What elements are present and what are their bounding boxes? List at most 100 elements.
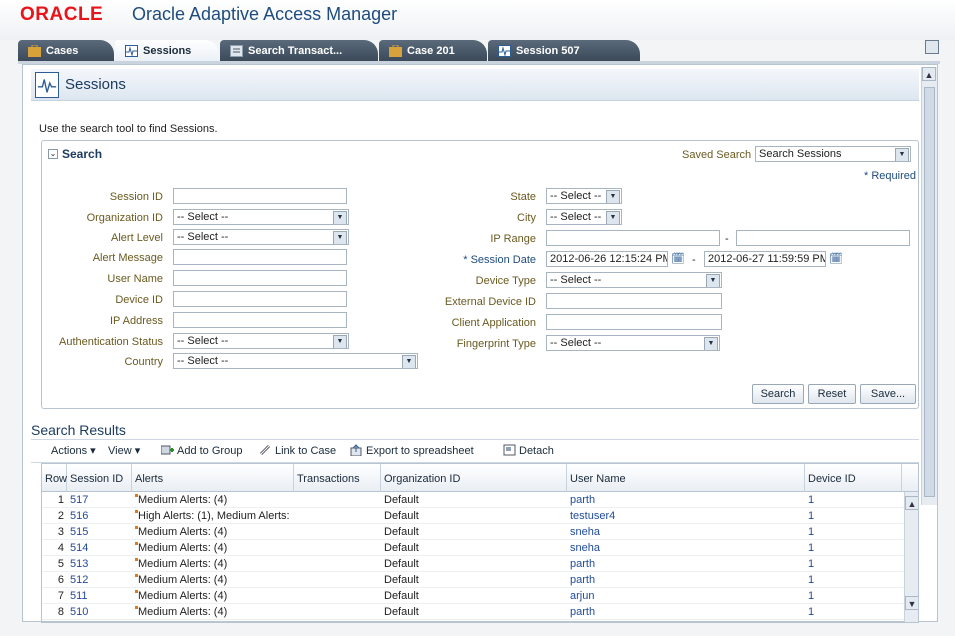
save-button[interactable]: Save... (860, 384, 916, 404)
cell-text: Medium Alerts: (4) (138, 526, 228, 538)
column-header-organization-id[interactable]: Organization ID (381, 464, 567, 492)
detach-button[interactable]: Detach (503, 444, 554, 457)
table-cell-device[interactable]: 1 (808, 556, 901, 572)
tab-search-transactions[interactable]: Search Transact... (220, 40, 378, 62)
app-header: ORACLE Oracle Adaptive Access Manager (0, 0, 955, 40)
search-button[interactable]: Search (752, 384, 804, 404)
tab-case-201[interactable]: Case 201 (379, 40, 487, 62)
column-header-transactions[interactable]: Transactions (294, 464, 381, 492)
sessions-icon (125, 45, 138, 57)
table-cell-device[interactable]: 1 (808, 524, 901, 540)
state-select[interactable]: -- Select -- (546, 188, 622, 204)
table-cell-session-id[interactable]: 517 (70, 492, 131, 508)
table-cell-session-id[interactable]: 516 (70, 508, 131, 524)
table-row[interactable]: 5 513 Medium Alerts: (4) Default parth 1 (42, 556, 904, 572)
cell-text: Medium Alerts: (4) (138, 494, 228, 506)
session-date-from-input[interactable]: 2012-06-26 12:15:24 PM (546, 251, 668, 267)
external-device-id-input[interactable] (546, 293, 722, 309)
authentication-status-select[interactable]: -- Select -- (173, 333, 349, 349)
link-to-case-label: Link to Case (275, 445, 337, 457)
table-cell-user[interactable]: parth (570, 572, 804, 588)
city-select[interactable]: -- Select -- (546, 209, 622, 225)
table-row[interactable]: 2 516 High Alerts: (1), Medium Alerts: Defa… (42, 508, 904, 524)
add-to-group-button[interactable]: Add to Group (161, 444, 242, 457)
collapse-icon[interactable]: ⌄ (48, 149, 58, 159)
link-to-case-button[interactable]: Link to Case (259, 444, 336, 457)
table-row[interactable]: 3 515 Medium Alerts: (4) Default sneha 1 (42, 524, 904, 540)
table-row[interactable]: 8 510 Medium Alerts: (4) Default parth 1 (42, 604, 904, 620)
table-cell-session-id[interactable]: 513 (70, 556, 131, 572)
organization-id-select[interactable]: -- Select -- (173, 209, 349, 225)
cell-text: 513 (70, 558, 89, 570)
table-cell-alerts: Medium Alerts: (4) (135, 524, 293, 540)
table-cell-session-id[interactable]: 511 (70, 588, 131, 604)
session-date-to-input[interactable]: 2012-06-27 11:59:59 PM (704, 251, 826, 267)
session-id-input[interactable] (173, 188, 347, 204)
tab-cases[interactable]: Cases (18, 40, 114, 62)
scroll-up-icon[interactable]: ▲ (922, 67, 936, 81)
table-cell-device[interactable]: 1 (808, 588, 901, 604)
export-button[interactable]: Export to spreadsheet (350, 444, 474, 457)
tab-session-507[interactable]: Session 507 (488, 40, 640, 62)
page-scrollbar[interactable]: ▲ (921, 67, 937, 505)
table-cell-user[interactable]: parth (570, 492, 804, 508)
column-header-device-id[interactable]: Device ID (805, 464, 902, 492)
table-row[interactable]: 6 512 Medium Alerts: (4) Default parth 1 (42, 572, 904, 588)
table-cell-session-id[interactable]: 515 (70, 524, 131, 540)
fingerprint-type-select[interactable]: -- Select -- (546, 335, 720, 351)
cell-text: parth (570, 574, 596, 586)
results-table: Row Session ID Alerts Transactions Organ… (41, 463, 919, 623)
table-cell-session-id[interactable]: 510 (70, 604, 131, 620)
state-label: State (510, 191, 536, 203)
saved-search-select[interactable]: Search Sessions (755, 146, 911, 162)
actions-menu[interactable]: Actions ▾ (51, 444, 96, 457)
device-id-input[interactable] (173, 291, 347, 307)
user-name-input[interactable] (173, 270, 347, 286)
table-cell-session-id[interactable]: 512 (70, 572, 131, 588)
column-header-alerts[interactable]: Alerts (132, 464, 294, 492)
ip-range-to-input[interactable] (736, 230, 910, 246)
device-type-select[interactable]: -- Select -- (546, 272, 722, 288)
table-cell-session-id[interactable]: 514 (70, 540, 131, 556)
ip-range-from-input[interactable] (546, 230, 720, 246)
column-header-user-name[interactable]: User Name (567, 464, 805, 492)
briefcase-icon (389, 45, 402, 57)
cell-text: sneha (570, 526, 600, 538)
calendar-icon[interactable]: 🗓 (829, 252, 843, 266)
table-cell-device[interactable]: 1 (808, 572, 901, 588)
alert-level-select[interactable]: -- Select -- (173, 229, 349, 245)
view-menu[interactable]: View ▾ (108, 444, 140, 457)
table-row[interactable]: 4 514 Medium Alerts: (4) Default sneha 1 (42, 540, 904, 556)
table-cell-user[interactable]: parth (570, 556, 804, 572)
column-header-row[interactable]: Row (42, 464, 67, 492)
tab-sessions[interactable]: Sessions (115, 40, 219, 62)
table-cell-device[interactable]: 1 (808, 508, 901, 524)
table-cell-device[interactable]: 1 (808, 492, 901, 508)
table-cell-user[interactable]: testuser4 (570, 508, 804, 524)
table-scrollbar[interactable]: ▲ ▼ (904, 492, 918, 622)
scroll-down-icon[interactable]: ▼ (905, 596, 918, 610)
reset-button[interactable]: Reset (808, 384, 856, 404)
table-cell-device[interactable]: 1 (808, 540, 901, 556)
scrollbar-thumb[interactable] (924, 87, 935, 497)
calendar-icon[interactable]: 🗓 (671, 252, 685, 266)
cell-text: 1 (808, 574, 815, 586)
client-application-input[interactable] (546, 314, 722, 330)
table-cell-alerts: High Alerts: (1), Medium Alerts: (135, 508, 293, 524)
close-tab-icon[interactable] (925, 40, 939, 54)
table-cell-user[interactable]: arjun (570, 588, 804, 604)
cell-text: 1 (808, 558, 815, 570)
table-cell-device[interactable]: 1 (808, 604, 901, 620)
table-cell-user[interactable]: sneha (570, 540, 804, 556)
table-row[interactable]: 7 511 Medium Alerts: (4) Default arjun 1 (42, 588, 904, 604)
table-cell-user[interactable]: sneha (570, 524, 804, 540)
table-row[interactable]: 1 517 Medium Alerts: (4) Default parth 1 (42, 492, 904, 508)
column-header-session-id[interactable]: Session ID (67, 464, 132, 492)
country-select[interactable]: -- Select -- (173, 353, 418, 369)
table-cell-user[interactable]: parth (570, 604, 804, 620)
client-application-label: Client Application (451, 317, 536, 329)
ip-address-input[interactable] (173, 312, 347, 328)
alert-message-input[interactable] (173, 249, 347, 265)
scroll-up-icon[interactable]: ▲ (905, 496, 918, 510)
export-label: Export to spreadsheet (366, 445, 474, 457)
